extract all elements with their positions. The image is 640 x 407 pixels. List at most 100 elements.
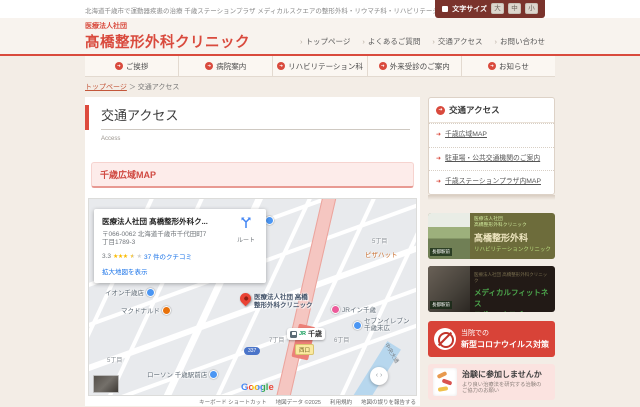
- block-label-7chome: 7丁目: [269, 335, 284, 344]
- clinic-address: 〒066-0062 北海道千歳市千代田町7丁目1789-3: [102, 231, 222, 247]
- logo-org-name: 医療法人社団: [85, 21, 250, 31]
- google-logo[interactable]: Google: [241, 382, 274, 393]
- keyboard-shortcuts-link[interactable]: キーボード ショートカット: [199, 398, 267, 406]
- block-label-5chome-left: 5丁目: [107, 355, 122, 364]
- directions-icon: [240, 217, 252, 229]
- poi-lawson[interactable]: ローソン 千歳駅前店: [147, 369, 218, 379]
- breadcrumb-home-link[interactable]: トップページ: [85, 84, 127, 91]
- font-size-medium-button[interactable]: 中: [508, 3, 521, 14]
- clinic-pin-label: 医療法人社団 高橋整形外科クリニック: [254, 294, 313, 309]
- utility-nav-access[interactable]: 交通アクセス: [432, 36, 482, 47]
- jr-chitose-station[interactable]: JR 千歳: [287, 328, 325, 340]
- site-description: 北海道千歳市で運動器疾患の治療 千歳ステーションプラザ メディカルスクエアの整形…: [85, 5, 458, 15]
- arrow-icon: [436, 155, 441, 162]
- nav-item-news[interactable]: お知らせ: [461, 56, 555, 76]
- route-shield: 337: [244, 347, 260, 355]
- poi-pizzahut[interactable]: ピザハット: [365, 249, 398, 259]
- nav-item-label: ご挨拶: [126, 61, 149, 72]
- info-card-title: 医療法人社団 髙橋整形外科ク...: [102, 216, 227, 227]
- google-map-embed[interactable]: 中央大通 公園土木 イオン千歳店 マクドナルド ピザハット JRイン千歳: [88, 198, 417, 396]
- star-icons: ★★★: [113, 253, 128, 260]
- arrow-circle-icon: [277, 62, 285, 70]
- sidebar: 交通アクセス 千歳広域MAP 駐車場・公共交通機関のご案内 千歳ステーションプラ…: [428, 97, 555, 407]
- poi-mcdonalds[interactable]: マクドナルド: [121, 305, 171, 315]
- nav-item-rehabilitation[interactable]: リハビリテーション科: [272, 56, 366, 76]
- main-column: 交通アクセス Access 千歳広域MAP 中央大通 公園土木: [85, 97, 420, 406]
- font-size-large-button[interactable]: 大: [491, 3, 504, 14]
- banner-rehabilitation-clinic[interactable]: 長都駅前 医療法人社団 高橋整形外科クリニック 髙橋整形外科 リハビリテーション…: [428, 213, 555, 259]
- map-road: [318, 198, 417, 396]
- nav-item-label: 病院案内: [216, 61, 246, 72]
- enlarge-map-link[interactable]: 拡大地図を表示: [102, 266, 258, 276]
- terms-link[interactable]: 利用規約: [330, 398, 352, 406]
- report-error-link[interactable]: 地図の誤りを報告する: [361, 398, 416, 406]
- nav-item-label: 外来受診のご案内: [390, 61, 450, 72]
- poi-dot-icon: [331, 305, 340, 314]
- font-size-widget: 文字サイズ 大 中 小: [435, 0, 545, 18]
- nav-item-label: お知らせ: [499, 61, 529, 72]
- pan-control-icon[interactable]: ‹ ›: [370, 367, 388, 385]
- font-size-small-button[interactable]: 小: [525, 3, 538, 14]
- empty-star-icon: ★: [137, 253, 142, 260]
- nav-item-greeting[interactable]: ご挨拶: [85, 56, 178, 76]
- page-title-english: Access: [85, 136, 420, 142]
- top-bar: 北海道千歳市で運動器疾患の治療 千歳ステーションプラザ メディカルスクエアの整形…: [0, 0, 640, 18]
- box-shadow-strip: [428, 195, 555, 200]
- banner-covid-measures[interactable]: 当院での 新型コロナウイルス対策: [428, 321, 555, 357]
- arrow-circle-icon: [488, 62, 496, 70]
- nav-item-outpatient[interactable]: 外来受診のご案内: [367, 56, 461, 76]
- reviews-link[interactable]: 37 件のクチコミ: [144, 251, 192, 261]
- no-virus-icon: [434, 328, 456, 350]
- page-title: 交通アクセス: [101, 105, 410, 130]
- sidebar-link-station-plaza-map[interactable]: 千歳ステーションプラザ内MAP: [429, 170, 554, 194]
- breadcrumb: トップページ ＞ 交通アクセス: [85, 82, 640, 92]
- poi-jr-inn[interactable]: JRイン千歳: [331, 304, 376, 314]
- nav-item-hospital-info[interactable]: 病院案内: [178, 56, 272, 76]
- page-title-block: 交通アクセス: [85, 105, 420, 130]
- site-logo[interactable]: 医療法人社団 髙橋整形外科クリニック: [85, 21, 250, 52]
- west-exit-badge: 西口: [295, 344, 314, 355]
- utility-nav-contact[interactable]: お問い合わせ: [495, 36, 546, 47]
- street-view-pegman-icon[interactable]: [93, 375, 119, 393]
- rating-row: 3.3 ★★★★★ 37 件のクチコミ: [102, 251, 258, 261]
- arrow-icon: [436, 131, 441, 138]
- banner-medical-fitness[interactable]: 長都駅前 医療法人社団 高橋整形外科クリニック メディカルフィットネス スポーツ…: [428, 266, 555, 312]
- gym-photo: 長都駅前: [428, 266, 470, 312]
- arrow-circle-icon: [379, 62, 387, 70]
- banner-clinical-trial[interactable]: 治験に参加しませんか より良い治療法を研究する治験のご協力のお願い: [428, 364, 555, 400]
- poi-dot-icon: [162, 306, 171, 315]
- poi-dot-icon: [146, 288, 155, 297]
- rating-value: 3.3: [102, 253, 111, 260]
- route-label: ルート: [234, 235, 258, 244]
- map-info-card: 医療法人社団 髙橋整形外科ク... ルート 〒066-0062 北海道千歳市千代…: [94, 209, 266, 283]
- arrow-circle-icon: [436, 106, 445, 115]
- clinic-building-photo: 長都駅前: [428, 213, 470, 259]
- utility-nav: トップページ よくあるご質問 交通アクセス お問い合わせ: [300, 36, 545, 47]
- logo-clinic-name: 髙橋整形外科クリニック: [85, 31, 250, 52]
- sidebar-link-wide-area-map[interactable]: 千歳広域MAP: [429, 123, 554, 147]
- sidebar-link-parking-transit[interactable]: 駐車場・公共交通機関のご案内: [429, 147, 554, 171]
- poi-seven-eleven[interactable]: セブンイレブン 千歳末広: [353, 318, 410, 332]
- pills-icon: [433, 368, 457, 396]
- utility-nav-faq[interactable]: よくあるご質問: [362, 36, 420, 47]
- train-icon: [290, 331, 297, 338]
- arrow-icon: [436, 178, 441, 185]
- half-star-icon: ★: [130, 253, 135, 260]
- map-pin-icon[interactable]: [238, 291, 254, 307]
- poi-dot-icon: [209, 370, 218, 379]
- map-attribution: キーボード ショートカット 地図データ ©2025 利用規約 地図の誤りを報告す…: [85, 396, 420, 406]
- site-header: 医療法人社団 髙橋整形外科クリニック トップページ よくあるご質問 交通アクセス…: [0, 18, 640, 56]
- access-menu-box: 交通アクセス 千歳広域MAP 駐車場・公共交通機関のご案内 千歳ステーションプラ…: [428, 97, 555, 195]
- main-nav: ご挨拶 病院案内 リハビリテーション科 外来受診のご案内 お知らせ: [85, 56, 555, 77]
- poi-dot-icon: [353, 321, 362, 330]
- poi-dot-icon: [265, 216, 274, 225]
- font-size-icon: [442, 6, 448, 12]
- nav-item-label: リハビリテーション科: [288, 61, 363, 72]
- poi-aeon[interactable]: イオン千歳店: [105, 287, 155, 297]
- utility-nav-top[interactable]: トップページ: [300, 36, 350, 47]
- map-data-text: 地図データ ©2025: [276, 398, 321, 406]
- route-button[interactable]: ルート: [234, 216, 258, 244]
- access-menu-title: 交通アクセス: [429, 98, 554, 123]
- breadcrumb-current: 交通アクセス: [138, 84, 180, 91]
- breadcrumb-separator: ＞: [129, 84, 136, 91]
